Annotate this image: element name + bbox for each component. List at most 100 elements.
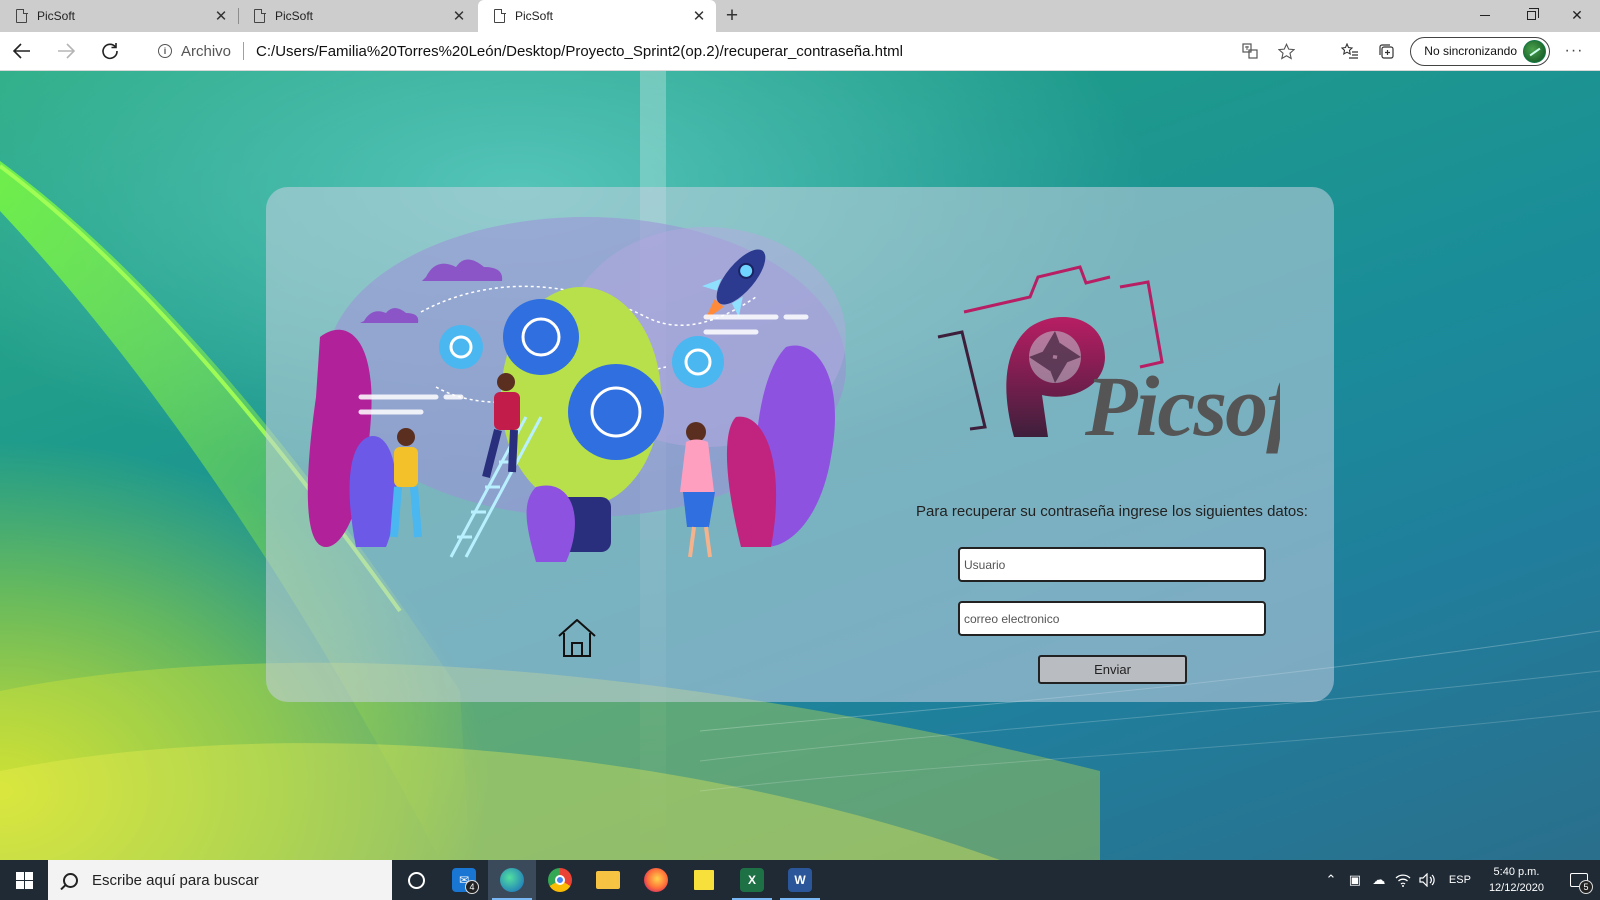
- mail-app[interactable]: ✉ 4: [440, 860, 488, 900]
- taskbar-search-box[interactable]: Escribe aquí para buscar: [48, 860, 392, 900]
- show-hidden-icons-button[interactable]: ⌃: [1319, 860, 1343, 900]
- sticky-notes-app[interactable]: [680, 860, 728, 900]
- network-button[interactable]: [1391, 860, 1415, 900]
- new-tab-button[interactable]: +: [716, 0, 748, 32]
- forward-button[interactable]: [44, 32, 88, 71]
- browser-tab-2[interactable]: PicSoft ✕: [238, 0, 476, 32]
- refresh-icon: [102, 43, 118, 60]
- teamwork-illustration: [307, 217, 846, 562]
- file-explorer-icon: [596, 871, 620, 889]
- word-app[interactable]: W: [776, 860, 824, 900]
- address-bar[interactable]: i Archivo C:/Users/Familia%20Torres%20Le…: [144, 35, 1304, 67]
- url-text[interactable]: C:/Users/Familia%20Torres%20León/Desktop…: [256, 43, 903, 60]
- close-window-button[interactable]: ✕: [1554, 0, 1600, 30]
- word-icon: W: [788, 868, 812, 892]
- chevron-up-icon: ⌃: [1325, 872, 1337, 887]
- close-tab-icon[interactable]: ✕: [214, 9, 228, 24]
- edge-icon: [500, 868, 524, 892]
- sticky-notes-icon: [694, 870, 714, 890]
- device-icon: ▣: [1348, 872, 1362, 887]
- speaker-icon: [1419, 873, 1435, 887]
- clock-time: 5:40 p.m.: [1493, 866, 1540, 878]
- info-icon[interactable]: i: [158, 44, 172, 58]
- cloud-icon: ☁: [1372, 872, 1386, 887]
- tab-title: PicSoft: [37, 9, 76, 23]
- browser-toolbar: i Archivo C:/Users/Familia%20Torres%20Le…: [0, 32, 1600, 71]
- divider: [243, 42, 245, 60]
- home-icon[interactable]: [556, 617, 598, 659]
- tab-title: PicSoft: [515, 9, 554, 23]
- close-icon: ✕: [1571, 6, 1583, 23]
- back-button[interactable]: [0, 32, 44, 71]
- favorites-button[interactable]: [1332, 35, 1368, 67]
- settings-menu-button[interactable]: ···: [1556, 35, 1592, 67]
- windows-icon: [15, 871, 33, 889]
- tab-strip: PicSoft ✕ PicSoft ✕ PicSoft ✕ + ✕: [0, 0, 1600, 32]
- window-controls: ✕: [1462, 0, 1600, 32]
- instructions-text: Para recuperar su contraseña ingrese los…: [916, 503, 1308, 520]
- volume-button[interactable]: [1415, 860, 1439, 900]
- sync-status-label: No sincronizando: [1424, 44, 1517, 58]
- chrome-icon: [548, 868, 572, 892]
- meet-now-button[interactable]: ▣: [1343, 860, 1367, 900]
- page-icon: [254, 8, 266, 23]
- close-tab-icon[interactable]: ✕: [452, 9, 466, 24]
- close-tab-icon[interactable]: ✕: [692, 9, 706, 24]
- recovery-card: Picsoft Para recuperar su contraseña ing…: [266, 187, 1334, 702]
- cortana-icon: [407, 871, 425, 889]
- more-dots-icon: ···: [1564, 42, 1584, 59]
- restore-button[interactable]: [1508, 0, 1554, 30]
- minimize-icon: [1480, 14, 1490, 16]
- page-icon: [16, 8, 28, 23]
- site-label: Archivo: [181, 42, 232, 60]
- picsoft-logo: Picsoft: [937, 265, 1280, 454]
- browser-tab-3-active[interactable]: PicSoft ✕: [478, 0, 716, 32]
- profile-sync-button[interactable]: No sincronizando: [1410, 36, 1550, 66]
- email-input[interactable]: [958, 601, 1266, 636]
- firefox-app[interactable]: [632, 860, 680, 900]
- tab-title: PicSoft: [275, 9, 314, 23]
- system-tray: ⌃ ▣ ☁ ESP 5:40 p.m. 12/12/2020 5: [1319, 860, 1600, 900]
- collections-button[interactable]: [1368, 35, 1404, 67]
- wifi-icon: [1395, 874, 1411, 887]
- logo-text: Picsoft: [1084, 358, 1280, 454]
- send-button[interactable]: Enviar: [1038, 655, 1187, 684]
- excel-icon: X: [740, 868, 764, 892]
- browser-tab-1[interactable]: PicSoft ✕: [0, 0, 238, 32]
- search-icon: [63, 872, 78, 888]
- profile-avatar-icon: [1523, 39, 1546, 63]
- favorites-list-icon: [1341, 43, 1359, 59]
- taskbar-apps: ✉ 4 X W: [392, 860, 824, 900]
- refresh-button[interactable]: [88, 32, 132, 71]
- translate-icon: [1242, 43, 1258, 59]
- windows-taskbar: Escribe aquí para buscar ✉ 4 X W ⌃ ▣ ☁ E…: [0, 860, 1600, 900]
- star-icon: [1277, 42, 1295, 60]
- clock-date: 12/12/2020: [1488, 882, 1544, 894]
- restore-icon: [1526, 7, 1539, 20]
- clock[interactable]: 5:40 p.m. 12/12/2020: [1489, 864, 1544, 896]
- file-explorer-app[interactable]: [584, 860, 632, 900]
- browser-actions: No sincronizando ···: [1332, 34, 1592, 68]
- username-input[interactable]: [958, 547, 1266, 582]
- translate-button[interactable]: [1232, 35, 1268, 67]
- minimize-button[interactable]: [1462, 0, 1508, 30]
- input-language[interactable]: ESP: [1449, 874, 1471, 886]
- chrome-app[interactable]: [536, 860, 584, 900]
- forward-arrow-icon: [58, 43, 75, 59]
- onedrive-button[interactable]: ☁: [1367, 860, 1391, 900]
- start-button[interactable]: [0, 860, 48, 900]
- back-arrow-icon: [13, 43, 30, 59]
- favorite-star-button[interactable]: [1268, 35, 1304, 67]
- mail-badge: 4: [465, 880, 479, 894]
- edge-app[interactable]: [488, 860, 536, 900]
- address-bar-actions: [1232, 35, 1304, 67]
- page-icon: [494, 8, 506, 23]
- notification-count: 5: [1579, 880, 1593, 894]
- excel-app[interactable]: X: [728, 860, 776, 900]
- page-viewport: Picsoft Para recuperar su contraseña ing…: [0, 71, 1600, 860]
- cortana-button[interactable]: [392, 860, 440, 900]
- collections-icon: [1379, 43, 1394, 59]
- action-center-button[interactable]: 5: [1558, 860, 1600, 900]
- search-placeholder: Escribe aquí para buscar: [92, 871, 259, 889]
- firefox-icon: [644, 868, 668, 892]
